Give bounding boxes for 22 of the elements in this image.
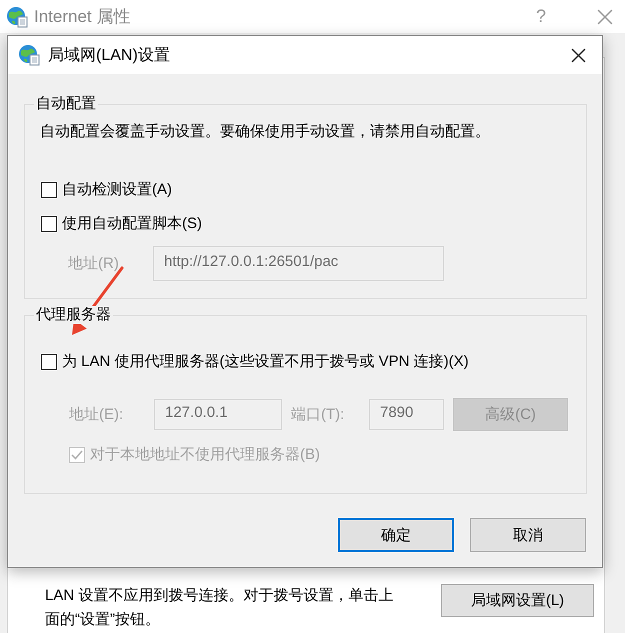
checkbox-label[interactable]: 为 LAN 使用代理服务器(这些设置不用于拨号或 VPN 连接)(X) [62,350,469,374]
field-label: 端口(T): [290,405,346,424]
field-label: 地址(E): [69,405,124,424]
checkbox[interactable] [41,216,57,232]
group-title: 代理服务器 [34,306,113,324]
lan-description: LAN 设置不应用到拨号连接。对于拨号设置，单击上面的“设置”按钮。 [45,586,394,630]
check-icon [71,450,83,460]
checkbox[interactable] [41,354,57,370]
globe-icon [18,44,40,66]
globe-icon [6,6,28,28]
lan-settings-button[interactable]: 局域网设置(L) [441,584,594,617]
checkbox-label[interactable]: 自动检测设置(A) [62,178,172,202]
checkbox[interactable] [41,182,57,198]
group-description: 自动配置会覆盖手动设置。要确保使用手动设置，请禁用自动配置。 [40,122,491,142]
dialog-title: 局域网(LAN)设置 [48,46,171,66]
dialog-button[interactable]: 取消 [470,518,586,552]
close-icon [570,48,586,62]
checkbox-label[interactable]: 使用自动配置脚本(S) [62,212,202,236]
dialog-button[interactable]: 确定 [338,518,454,552]
field-label: 地址(R) [68,254,120,273]
window-title: Internet 属性 [34,6,132,28]
close-icon [597,8,613,24]
